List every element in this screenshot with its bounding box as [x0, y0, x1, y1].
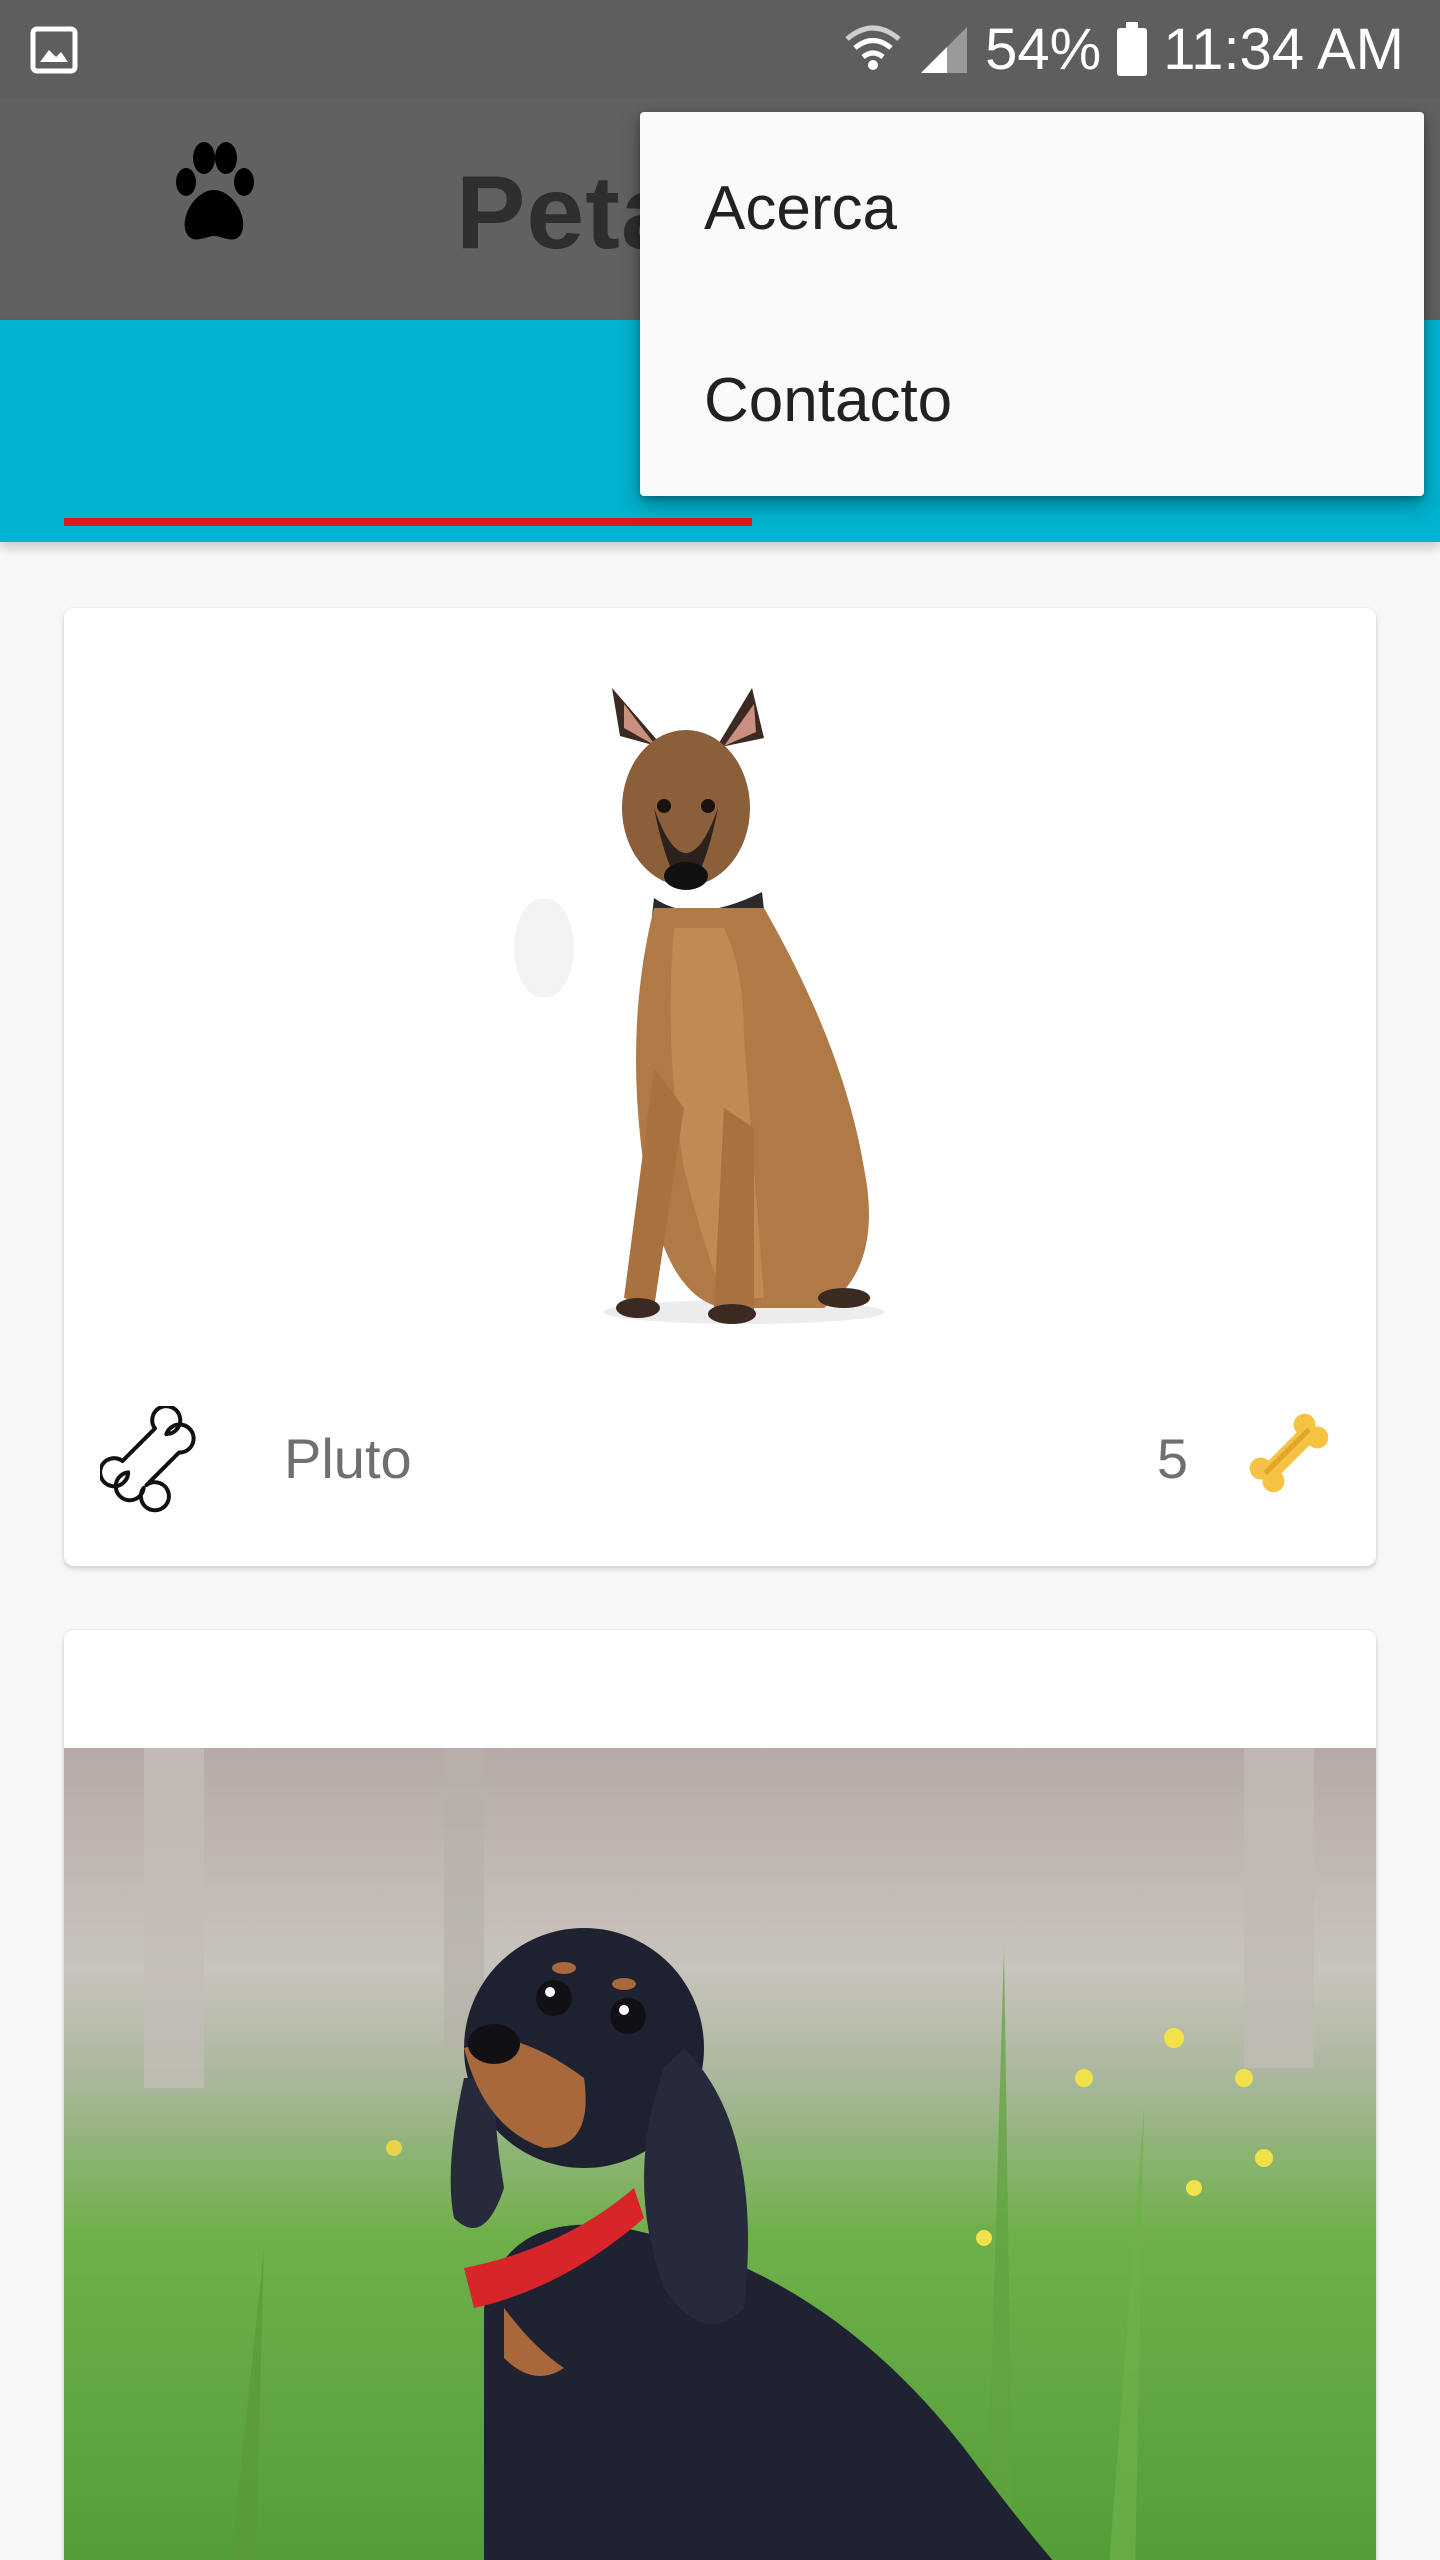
pet-photo — [64, 608, 1376, 1338]
menu-item-contacto[interactable]: Contacto — [640, 304, 1424, 496]
image-icon — [30, 26, 78, 74]
status-right: 54% 11:34 AM — [843, 0, 1404, 98]
wifi-icon — [845, 25, 901, 70]
bone-gold-icon[interactable] — [1244, 1408, 1334, 1498]
app-screen: 54% 11:34 AM Peta Pluto 5 Acerca Contact… — [0, 0, 1440, 2560]
overflow-menu: Acerca Contacto — [640, 112, 1424, 496]
card-footer: Pluto 5 — [64, 1338, 1376, 1566]
menu-item-acerca[interactable]: Acerca — [640, 112, 1424, 304]
tab-indicator — [64, 518, 752, 526]
status-bar: 54% 11:34 AM — [0, 0, 1440, 98]
bone-outline-icon[interactable] — [100, 1406, 210, 1516]
battery-percent: 54% — [985, 16, 1102, 82]
pet-photo — [64, 1748, 1376, 2560]
paw-icon — [176, 142, 254, 240]
cellular-signal-icon — [921, 27, 968, 73]
pet-name: Pluto — [284, 1427, 412, 1490]
pet-card[interactable] — [64, 1630, 1376, 2560]
like-count: 5 — [1156, 1427, 1188, 1490]
clock: 11:34 AM — [1163, 16, 1404, 82]
pet-card[interactable]: Pluto 5 — [64, 608, 1376, 1566]
battery-icon — [1117, 22, 1148, 76]
